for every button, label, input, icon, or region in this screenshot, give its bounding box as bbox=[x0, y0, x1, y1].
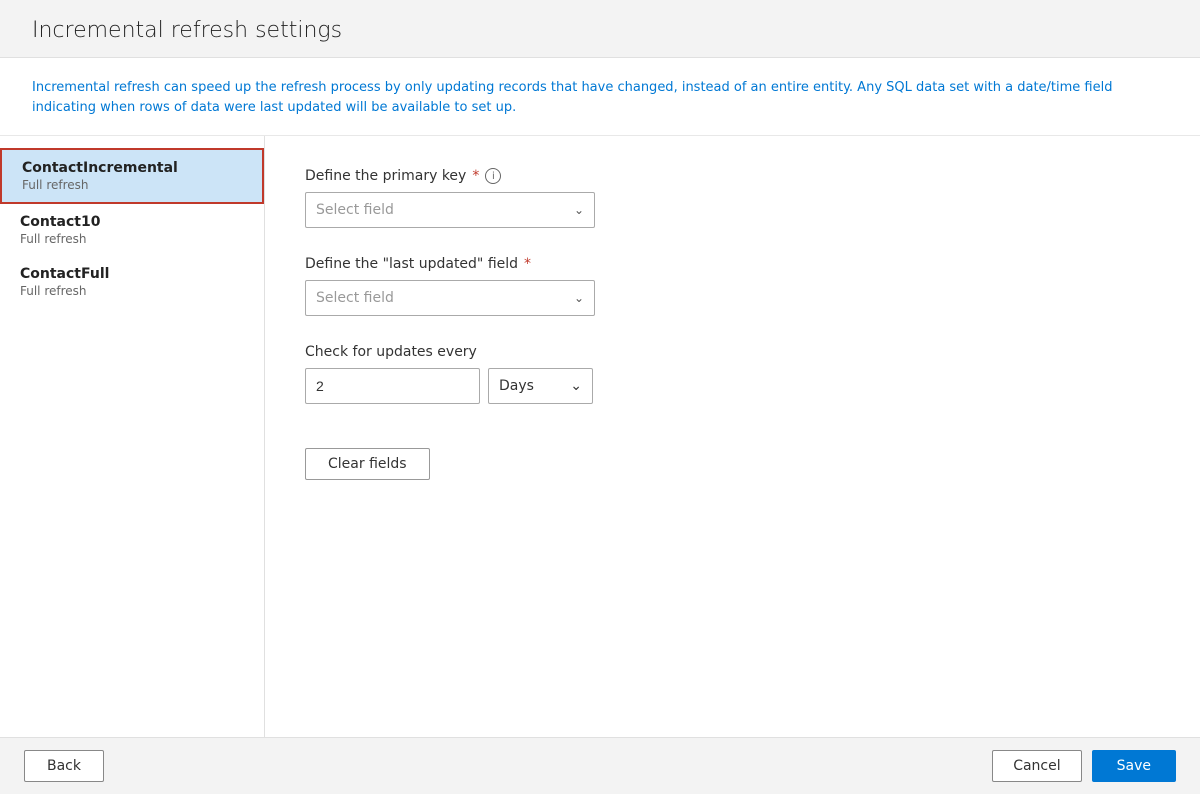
sidebar-item-name: Contact10 bbox=[20, 214, 244, 230]
chevron-down-icon: ⌄ bbox=[574, 291, 584, 305]
content-area: ContactIncremental Full refresh Contact1… bbox=[0, 136, 1200, 737]
check-updates-group: Check for updates every Days ⌄ bbox=[305, 344, 1160, 404]
last-updated-select[interactable]: Select field ⌄ bbox=[305, 280, 595, 316]
sidebar-item-sub: Full refresh bbox=[22, 178, 242, 192]
clear-fields-button[interactable]: Clear fields bbox=[305, 448, 430, 480]
last-updated-placeholder: Select field bbox=[316, 290, 394, 306]
cancel-button[interactable]: Cancel bbox=[992, 750, 1081, 782]
footer: Back Cancel Save bbox=[0, 737, 1200, 794]
check-updates-label: Check for updates every bbox=[305, 344, 1160, 360]
sidebar-item-sub: Full refresh bbox=[20, 232, 244, 246]
main-content: Incremental refresh can speed up the ref… bbox=[0, 58, 1200, 737]
page-title: Incremental refresh settings bbox=[32, 18, 1168, 43]
days-select[interactable]: Days ⌄ bbox=[488, 368, 593, 404]
primary-key-placeholder: Select field bbox=[316, 202, 394, 218]
info-text: Incremental refresh can speed up the ref… bbox=[32, 78, 1132, 117]
save-button[interactable]: Save bbox=[1092, 750, 1176, 782]
sidebar: ContactIncremental Full refresh Contact1… bbox=[0, 136, 265, 737]
primary-key-select[interactable]: Select field ⌄ bbox=[305, 192, 595, 228]
info-bar: Incremental refresh can speed up the ref… bbox=[0, 58, 1200, 136]
info-icon[interactable]: i bbox=[485, 168, 501, 184]
sidebar-item-name: ContactFull bbox=[20, 266, 244, 282]
footer-right: Cancel Save bbox=[992, 750, 1176, 782]
sidebar-item-sub: Full refresh bbox=[20, 284, 244, 298]
sidebar-item-contact-incremental[interactable]: ContactIncremental Full refresh bbox=[0, 148, 264, 204]
primary-key-label: Define the primary key * i bbox=[305, 168, 1160, 184]
back-button[interactable]: Back bbox=[24, 750, 104, 782]
form-panel: Define the primary key * i Select field … bbox=[265, 136, 1200, 737]
sidebar-item-name: ContactIncremental bbox=[22, 160, 242, 176]
footer-left: Back bbox=[24, 750, 104, 782]
chevron-down-icon: ⌄ bbox=[574, 203, 584, 217]
update-interval-input[interactable] bbox=[305, 368, 480, 404]
required-star: * bbox=[472, 168, 479, 184]
chevron-down-icon: ⌄ bbox=[570, 378, 582, 394]
sidebar-item-contact-full[interactable]: ContactFull Full refresh bbox=[0, 256, 264, 308]
last-updated-group: Define the "last updated" field * Select… bbox=[305, 256, 1160, 316]
sidebar-item-contact10[interactable]: Contact10 Full refresh bbox=[0, 204, 264, 256]
primary-key-group: Define the primary key * i Select field … bbox=[305, 168, 1160, 228]
page-header: Incremental refresh settings bbox=[0, 0, 1200, 58]
check-updates-row: Days ⌄ bbox=[305, 368, 1160, 404]
required-star: * bbox=[524, 256, 531, 272]
last-updated-label: Define the "last updated" field * bbox=[305, 256, 1160, 272]
days-label: Days bbox=[499, 378, 534, 394]
